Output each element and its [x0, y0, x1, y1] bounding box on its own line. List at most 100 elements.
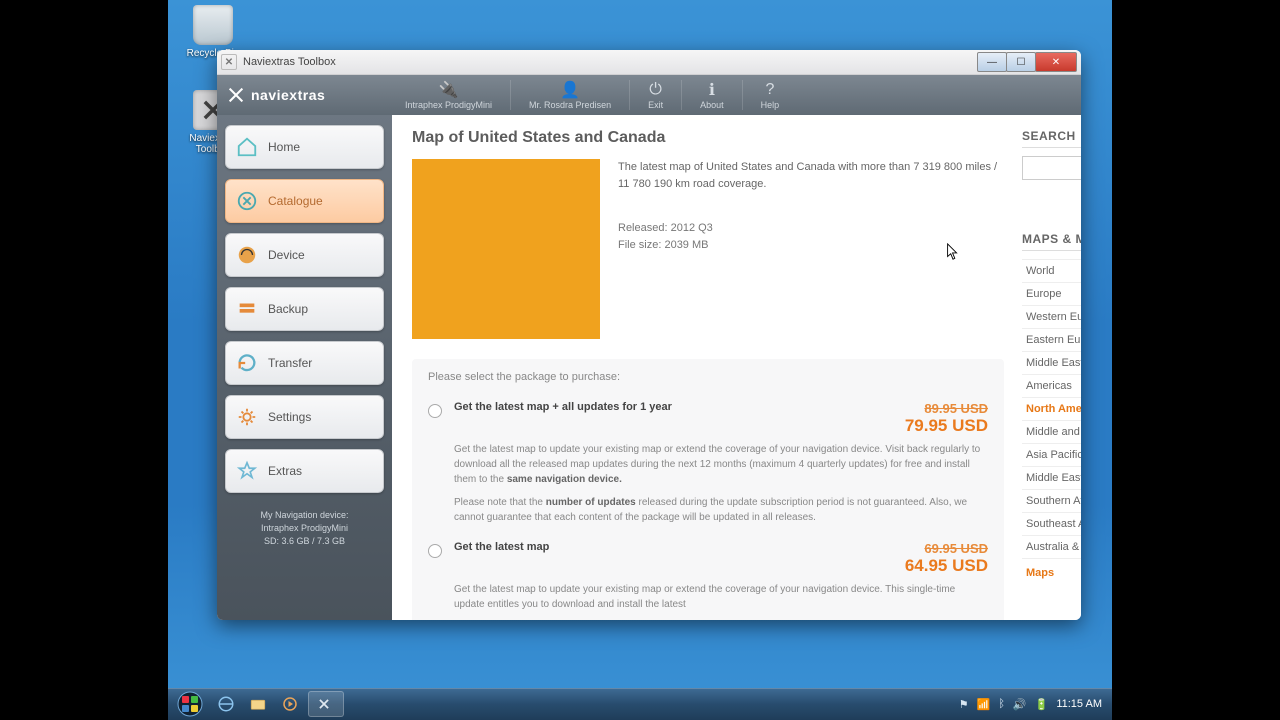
region-list-item[interactable]: Southern Africa	[1022, 490, 1081, 513]
package-option: Get the latest map 69.95 USD 64.95 USD G…	[428, 533, 988, 620]
package-radio[interactable]	[428, 404, 442, 418]
sidebar: Home Catalogue Device	[217, 115, 392, 620]
price-new: 79.95 USD	[898, 416, 988, 436]
window-close-button[interactable]: ✕	[1035, 52, 1077, 72]
search-panel-header: SEARCH CATALOG	[1022, 129, 1081, 148]
sidebar-item-device[interactable]: Device	[225, 233, 384, 277]
brand-logo: naviextras	[217, 86, 387, 104]
window-titlebar[interactable]: ✕ Naviextras Toolbox — ☐ ✕	[217, 50, 1081, 75]
sidebar-item-backup[interactable]: Backup	[225, 287, 384, 331]
tray-volume-icon[interactable]: 🔊	[1013, 698, 1027, 711]
toolbar-item-label: Help	[761, 100, 780, 110]
device-info-line: My Navigation device:	[225, 509, 384, 522]
window-minimize-button[interactable]: —	[977, 52, 1007, 72]
start-button[interactable]	[172, 690, 208, 718]
package-title: Get the latest map + all updates for 1 y…	[454, 401, 672, 432]
sidebar-item-label: Home	[268, 140, 300, 154]
toolbar-item-label: About	[700, 100, 724, 110]
package-price-block: 69.95 USD 64.95 USD	[898, 541, 988, 576]
help-icon: ?	[761, 80, 780, 100]
sidebar-item-label: Extras	[268, 464, 302, 478]
toolbar-item-user[interactable]: 👤 Mr. Rosdra Predisen	[511, 80, 629, 110]
app-body: Home Catalogue Device	[217, 115, 1081, 620]
region-list-item[interactable]: Middle and South America	[1022, 421, 1081, 444]
region-list-item[interactable]: Southeast Asia	[1022, 513, 1081, 536]
regions-panel-title: MAPS & MORE	[1022, 232, 1081, 246]
window-title: Naviextras Toolbox	[243, 56, 336, 68]
user-icon: 👤	[529, 80, 611, 100]
toolbar-item-exit[interactable]: ⏻ Exit	[630, 80, 681, 110]
sidebar-item-extras[interactable]: Extras	[225, 449, 384, 493]
taskbar-ie-icon[interactable]	[212, 692, 240, 716]
toolbar-item-label: Exit	[648, 100, 663, 110]
desktop-area: Recycle Bin Naviextras Toolbox ✕ Naviext…	[168, 0, 1112, 720]
brand-x-icon	[227, 86, 245, 104]
transfer-icon	[236, 352, 258, 374]
device-info-line: SD: 3.6 GB / 7.3 GB	[225, 535, 384, 548]
tray-flag-icon[interactable]: ⚑	[959, 698, 969, 711]
home-icon	[236, 136, 258, 158]
region-list-item[interactable]: Australia & New Zealand	[1022, 536, 1081, 559]
price-old: 69.95 USD	[898, 541, 988, 556]
toolbar-item-label: Intraphex ProdigyMini	[405, 100, 492, 110]
device-icon	[236, 244, 258, 266]
region-list-item[interactable]: Asia Pacific and Oceania	[1022, 444, 1081, 467]
sidebar-item-home[interactable]: Home	[225, 125, 384, 169]
tray-bluetooth-icon[interactable]: ᛒ	[998, 698, 1005, 710]
sidebar-item-label: Settings	[268, 410, 311, 424]
gear-icon	[236, 406, 258, 428]
region-list-item[interactable]: Europe	[1022, 283, 1081, 306]
sidebar-item-catalogue[interactable]: Catalogue	[225, 179, 384, 223]
region-list-item[interactable]: Americas	[1022, 375, 1081, 398]
window-maximize-button[interactable]: ☐	[1006, 52, 1036, 72]
taskbar-media-icon[interactable]	[276, 692, 304, 716]
region-list-item[interactable]: Middle East	[1022, 467, 1081, 490]
package-title: Get the latest map	[454, 541, 549, 572]
info-icon: ℹ	[700, 80, 724, 100]
package-radio[interactable]	[428, 544, 442, 558]
star-icon	[236, 460, 258, 482]
package-description: Get the latest map to update your existi…	[454, 442, 988, 487]
power-icon: ⏻	[648, 80, 663, 100]
search-panel-title: SEARCH	[1022, 129, 1076, 143]
taskbar-explorer-icon[interactable]	[244, 692, 272, 716]
tray-clock[interactable]: 11:15 AM	[1056, 698, 1102, 710]
toolbar-item-help[interactable]: ? Help	[743, 80, 798, 110]
regions-panel-header: MAPS & MORE BROWSE	[1022, 232, 1081, 251]
toolbar-item-label: Mr. Rosdra Predisen	[529, 100, 611, 110]
catalogue-icon	[236, 190, 258, 212]
toolbar-item-about[interactable]: ℹ About	[682, 80, 742, 110]
sidebar-item-settings[interactable]: Settings	[225, 395, 384, 439]
main-content[interactable]: Map of United States and Canada The late…	[392, 115, 1081, 620]
region-list-item[interactable]: North America	[1022, 398, 1081, 421]
taskbar-app-button[interactable]	[308, 691, 344, 717]
search-input[interactable]	[1022, 156, 1081, 180]
product-filesize: File size: 2039 MB	[618, 237, 1004, 254]
toolbar-item-device[interactable]: 🔌 Intraphex ProdigyMini	[387, 80, 510, 110]
sidebar-item-transfer[interactable]: Transfer	[225, 341, 384, 385]
product-released: Released: 2012 Q3	[618, 220, 1004, 237]
region-list-item[interactable]: Eastern Europe	[1022, 329, 1081, 352]
package-option: Get the latest map + all updates for 1 y…	[428, 393, 988, 533]
tray-battery-icon[interactable]: 🔋	[1035, 698, 1049, 711]
toolbar: naviextras 🔌 Intraphex ProdigyMini 👤 Mr.…	[217, 75, 1081, 115]
price-old: 89.95 USD	[898, 401, 988, 416]
product-thumbnail	[412, 159, 600, 339]
plug-icon: 🔌	[405, 80, 492, 100]
device-info-line: Intraphex ProdigyMini	[225, 522, 384, 535]
sidebar-item-label: Backup	[268, 302, 308, 316]
package-panel: Please select the package to purchase: G…	[412, 359, 1004, 620]
region-list-item[interactable]: Western Europe	[1022, 306, 1081, 329]
region-list-item[interactable]: World	[1022, 260, 1081, 283]
device-info: My Navigation device: Intraphex ProdigyM…	[225, 509, 384, 548]
sidebar-item-label: Transfer	[268, 356, 312, 370]
product-description: The latest map of United States and Cana…	[618, 159, 1004, 192]
app-icon: ✕	[221, 54, 237, 70]
package-description: Get the latest map to update your existi…	[454, 582, 988, 612]
recycle-bin-icon	[193, 5, 233, 45]
page-title: Map of United States and Canada	[412, 129, 1004, 147]
tray-network-icon[interactable]: 📶	[977, 698, 991, 711]
region-list-item[interactable]: Middle East and Africa	[1022, 352, 1081, 375]
price-new: 64.95 USD	[898, 556, 988, 576]
system-tray[interactable]: ⚑ 📶 ᛒ 🔊 🔋 11:15 AM	[959, 698, 1108, 711]
